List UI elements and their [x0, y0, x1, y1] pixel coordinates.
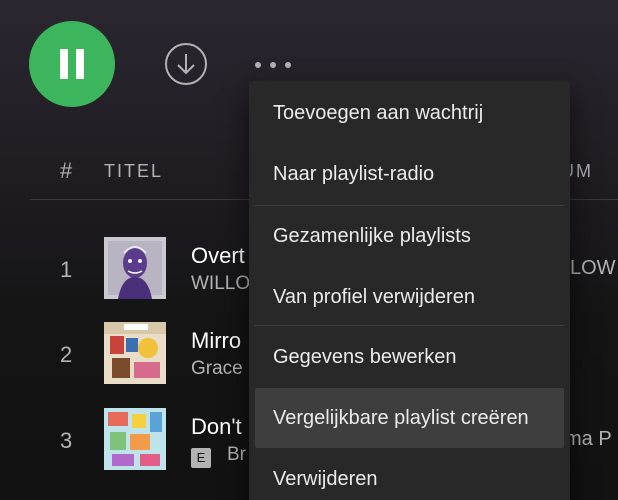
track-album[interactable]: LOW — [570, 257, 616, 280]
playlist-view: # TITEL UM 1 Overt WILLO LOW 2 Mirro Gra… — [0, 0, 618, 500]
menu-item-delete[interactable]: Verwijderen — [255, 449, 564, 500]
menu-item-go-to-playlist-radio[interactable]: Naar playlist-radio — [255, 144, 564, 204]
menu-item-create-similar-playlist[interactable]: Vergelijkbare playlist creëren — [255, 388, 564, 448]
track-number: 2 — [60, 342, 73, 367]
track-title[interactable]: Overt — [191, 243, 245, 269]
menu-item-remove-from-profile[interactable]: Van profiel verwijderen — [255, 267, 564, 327]
download-icon — [165, 43, 207, 85]
track-artist[interactable]: Grace — [191, 358, 243, 380]
menu-item-edit-details[interactable]: Gegevens bewerken — [255, 327, 564, 387]
album-cover — [104, 322, 166, 384]
track-album[interactable]: ma P — [565, 428, 612, 451]
column-header-title[interactable]: TITEL — [104, 161, 163, 182]
more-icon — [255, 62, 291, 68]
track-title[interactable]: Don't — [191, 414, 242, 440]
context-menu: Toevoegen aan wachtrij Naar playlist-rad… — [249, 81, 570, 500]
column-header-number: # — [60, 158, 73, 183]
album-cover — [104, 237, 166, 299]
download-button[interactable] — [164, 42, 208, 86]
menu-divider — [255, 325, 564, 326]
explicit-badge: E — [191, 448, 211, 468]
track-title[interactable]: Mirro — [191, 328, 241, 354]
track-artist[interactable]: WILLO — [191, 273, 250, 295]
menu-item-collaborative-playlist[interactable]: Gezamenlijke playlists — [255, 206, 564, 266]
more-options-button[interactable] — [250, 55, 296, 75]
track-number: 1 — [60, 257, 73, 282]
track-artist[interactable]: Br — [227, 444, 246, 466]
track-number: 3 — [60, 428, 73, 453]
pause-icon — [60, 49, 84, 79]
pause-button[interactable] — [29, 21, 115, 107]
album-cover — [104, 408, 166, 470]
menu-item-add-to-queue[interactable]: Toevoegen aan wachtrij — [255, 83, 564, 143]
